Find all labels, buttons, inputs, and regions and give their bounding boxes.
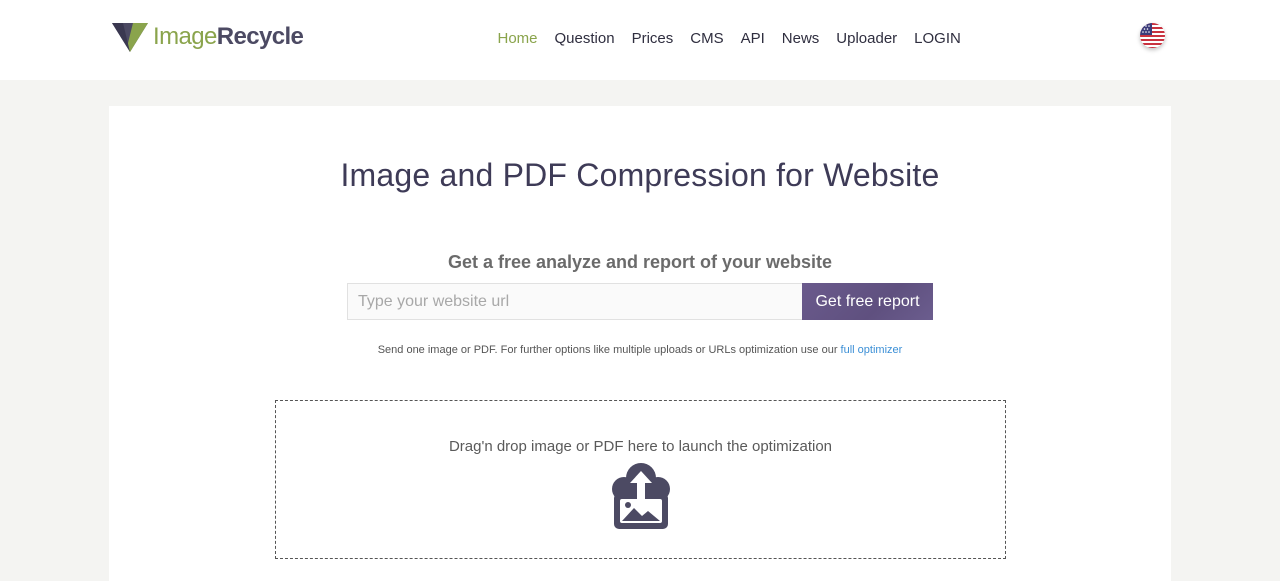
full-optimizer-link[interactable]: full optimizer [841, 344, 903, 356]
logo[interactable]: ImageRecycle [111, 20, 304, 54]
site-header: ImageRecycle Home Question Prices CMS AP… [0, 0, 1280, 80]
file-dropzone[interactable]: Drag'n drop image or PDF here to launch … [275, 400, 1006, 559]
page-title: Image and PDF Compression for Website [340, 157, 940, 193]
optimizer-note-text: Send one image or PDF. For further optio… [377, 344, 841, 356]
nav-item-prices[interactable]: Prices [632, 30, 674, 47]
nav-item-api[interactable]: API [741, 30, 765, 47]
us-flag-graphic [1140, 23, 1165, 48]
triangle-logo-icon [112, 23, 148, 52]
nav-item-home[interactable]: Home [498, 30, 538, 47]
dropzone-text: Drag'n drop image or PDF here to launch … [448, 438, 833, 455]
nav-item-news[interactable]: News [782, 30, 820, 47]
logo-text-image: Image [153, 23, 217, 50]
analyze-heading: Get a free analyze and report of your we… [447, 252, 833, 272]
logo-text-recycle: Recycle [216, 23, 304, 50]
cloud-upload-image-icon [612, 463, 670, 529]
get-free-report-button[interactable]: Get free report [802, 283, 933, 320]
nav-item-question[interactable]: Question [555, 30, 615, 47]
nav-item-login[interactable]: LOGIN [914, 30, 961, 47]
nav-item-uploader[interactable]: Uploader [836, 30, 897, 47]
optimizer-note: Send one image or PDF. For further optio… [0, 344, 1280, 356]
nav-item-cms[interactable]: CMS [690, 30, 723, 47]
logo-text: ImageRecycle [153, 23, 304, 50]
main-nav: Home Question Prices CMS API News Upload… [489, 27, 969, 49]
website-url-input[interactable] [347, 283, 803, 320]
us-flag-icon[interactable] [1140, 23, 1165, 48]
